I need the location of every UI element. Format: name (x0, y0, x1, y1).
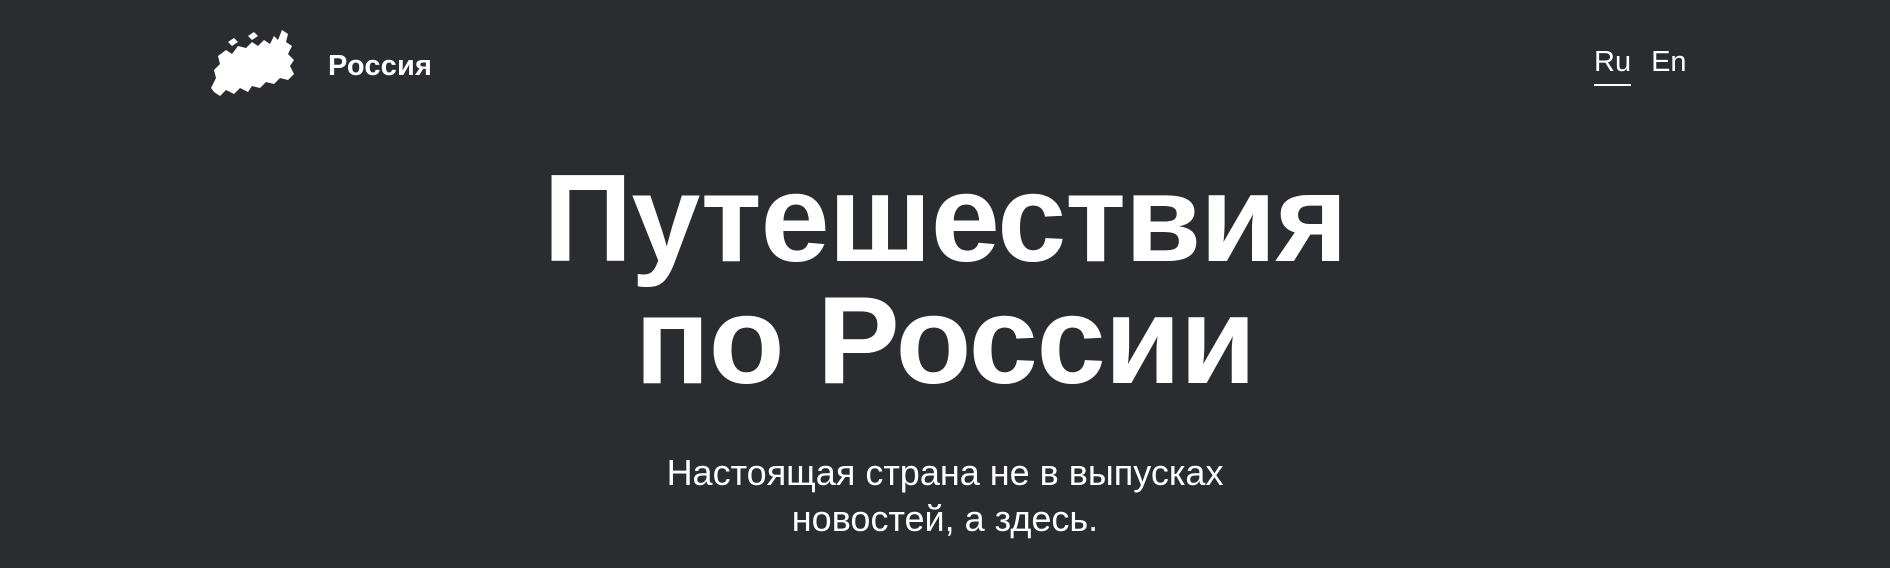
hero-title-line-2: по России (634, 272, 1256, 410)
site-header: Россия Ru En (0, 0, 1890, 120)
hero-subtitle: Настоящая страна не в выпусках новостей,… (666, 452, 1224, 539)
hero-title-line-1: Путешествия (543, 150, 1347, 288)
language-switcher: Ru En (1594, 44, 1687, 86)
hero-section: Путешествия по России Настоящая страна н… (0, 157, 1890, 542)
logo-text: Россия (328, 49, 433, 82)
hero-title: Путешествия по России (0, 157, 1890, 403)
logo-link[interactable]: Россия (208, 26, 432, 96)
lang-en-link[interactable]: En (1651, 44, 1686, 86)
lang-ru-link[interactable]: Ru (1594, 44, 1632, 86)
russia-map-icon (211, 30, 294, 96)
